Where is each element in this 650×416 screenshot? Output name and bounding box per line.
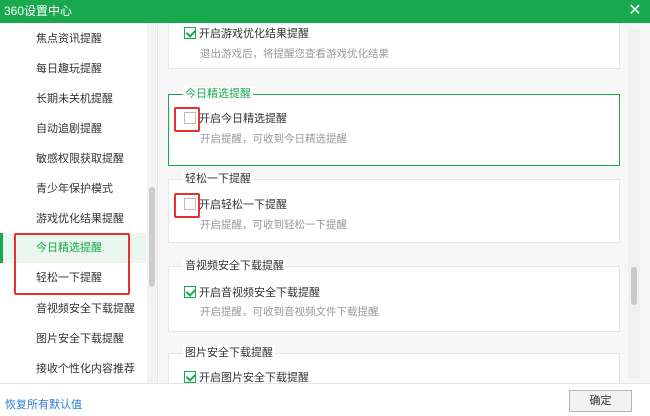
relax-checkbox[interactable] (184, 198, 196, 210)
close-icon[interactable]: ✕ (620, 0, 650, 23)
sidebar-item-av-download[interactable]: 音视频安全下载提醒 (0, 294, 146, 324)
game-optimization-checkbox[interactable] (184, 27, 196, 39)
relax-title: 轻松一下提醒 (183, 172, 253, 186)
daily-picks-option[interactable]: 开启今日精选提醒 (184, 112, 287, 126)
image-download-checkbox[interactable] (184, 371, 196, 383)
daily-picks-label: 开启今日精选提醒 (199, 113, 287, 125)
relax-desc: 开启提醒，可收到轻松一下提醒 (200, 219, 347, 231)
settings-content: 开启游戏优化结果提醒 退出游戏后，将提醒您查看游戏优化结果 今日精选提醒 开启今… (159, 23, 650, 383)
sidebar-item-teen-mode[interactable]: 青少年保护模式 (0, 174, 146, 204)
av-download-title: 音视频安全下载提醒 (183, 259, 286, 273)
sidebar-nav: 焦点资讯提醒 每日趣玩提醒 长期未关机提醒 自动追剧提醒 敏感权限获取提醒 青少… (0, 23, 158, 383)
section-image-download: 图片安全下载提醒 开启图片安全下载提醒 (168, 346, 620, 383)
relax-label: 开启轻松一下提醒 (199, 199, 287, 211)
relax-option[interactable]: 开启轻松一下提醒 (184, 198, 287, 212)
sidebar-item-relax[interactable]: 轻松一下提醒 (0, 263, 146, 293)
image-download-title: 图片安全下载提醒 (183, 346, 275, 360)
game-optimization-option[interactable]: 开启游戏优化结果提醒 (184, 27, 309, 41)
content-scroll-thumb[interactable] (631, 267, 637, 305)
restore-defaults-link[interactable]: 恢复所有默认值 (5, 396, 82, 412)
av-download-option[interactable]: 开启音视频安全下载提醒 (184, 286, 320, 300)
daily-picks-desc: 开启提醒，可收到今日精选提醒 (200, 133, 347, 145)
daily-picks-checkbox[interactable] (184, 112, 196, 124)
section-av-download: 音视频安全下载提醒 开启音视频安全下载提醒 开启提醒，可收到音视频文件下载提醒 (168, 259, 620, 332)
title-bar: 360设置中心 ✕ (0, 0, 650, 23)
sidebar-item-image-download[interactable]: 图片安全下载提醒 (0, 324, 146, 354)
sidebar-item-auto-drama[interactable]: 自动追剧提醒 (0, 114, 146, 144)
sidebar-item-focus-news[interactable]: 焦点资讯提醒 (0, 24, 146, 54)
section-daily-picks: 今日精选提醒 开启今日精选提醒 开启提醒，可收到今日精选提醒 (168, 87, 620, 166)
sidebar-scroll-thumb[interactable] (149, 187, 155, 287)
game-optimization-label: 开启游戏优化结果提醒 (199, 28, 309, 40)
daily-picks-title: 今日精选提醒 (183, 87, 253, 101)
image-download-label: 开启图片安全下载提醒 (199, 372, 309, 383)
av-download-desc: 开启提醒，可收到音视频文件下载提醒 (200, 306, 379, 318)
image-download-option[interactable]: 开启图片安全下载提醒 (184, 371, 309, 383)
footer-bar: 恢复所有默认值 确定 (0, 383, 650, 416)
sidebar-item-daily-picks[interactable]: 今日精选提醒 (0, 233, 146, 263)
sidebar-scrollbar[interactable] (147, 23, 157, 383)
ok-button[interactable]: 确定 (569, 390, 632, 412)
section-game-optimization: 开启游戏优化结果提醒 退出游戏后，将提醒您查看游戏优化结果 (168, 23, 620, 69)
window-title: 360设置中心 (4, 4, 73, 18)
game-optimization-desc: 退出游戏后，将提醒您查看游戏优化结果 (200, 48, 389, 60)
sidebar-item-sensitive-permission[interactable]: 敏感权限获取提醒 (0, 144, 146, 174)
content-scrollbar[interactable] (628, 29, 640, 379)
sidebar-item-personalized-content[interactable]: 接收个性化内容推荐 (0, 354, 146, 383)
av-download-label: 开启音视频安全下载提醒 (199, 287, 320, 299)
section-relax: 轻松一下提醒 开启轻松一下提醒 开启提醒，可收到轻松一下提醒 (168, 172, 620, 243)
sidebar-item-long-uptime[interactable]: 长期未关机提醒 (0, 84, 146, 114)
sidebar-item-game-optimization[interactable]: 游戏优化结果提醒 (0, 204, 146, 234)
sidebar-item-daily-fun[interactable]: 每日趣玩提醒 (0, 54, 146, 84)
av-download-checkbox[interactable] (184, 286, 196, 298)
